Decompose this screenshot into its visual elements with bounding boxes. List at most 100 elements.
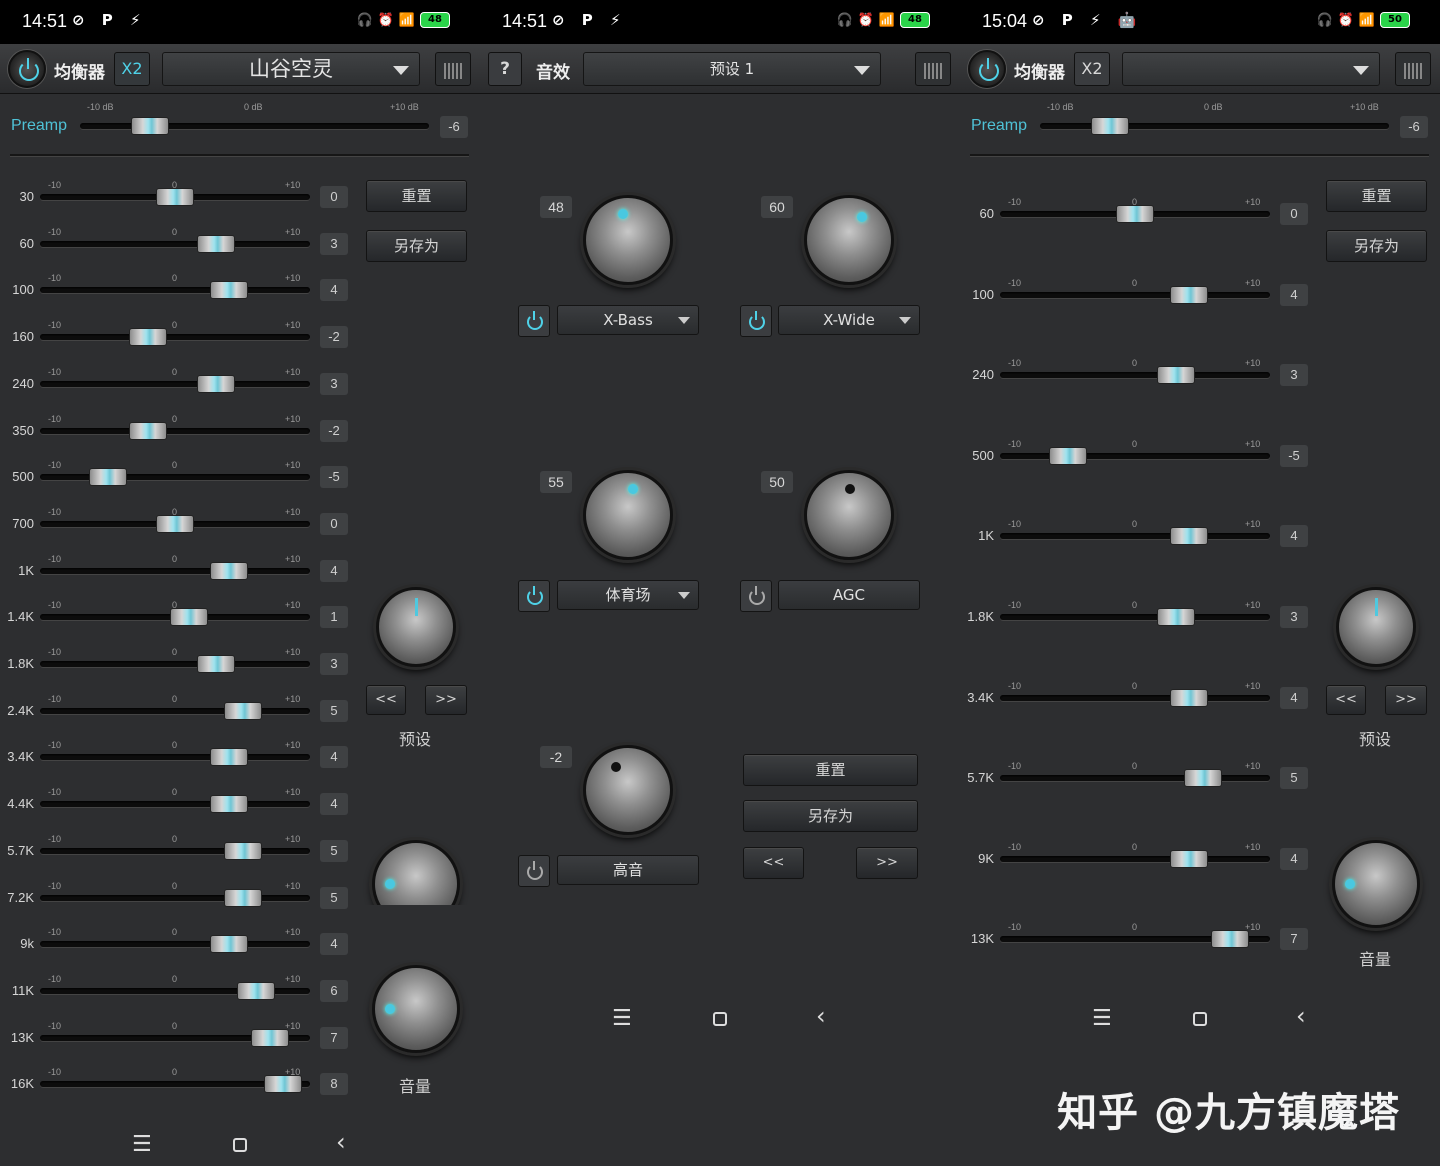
preset-dropdown[interactable]: 山谷空灵 [162,52,420,86]
home-icon[interactable] [1193,1012,1207,1026]
save-as-button[interactable]: 另存为 [743,800,918,832]
band-slider[interactable] [1000,285,1270,304]
preamp-slider-thumb[interactable] [1090,117,1129,135]
band-slider[interactable] [1000,608,1270,626]
volume-knob[interactable] [372,965,460,1053]
preset-dropdown[interactable] [1122,52,1380,86]
band-slider[interactable] [40,748,310,767]
power-icon[interactable] [8,50,46,88]
power-icon[interactable] [968,50,1006,88]
band-slider[interactable] [40,701,310,720]
band-slider-thumb[interactable] [1170,285,1208,304]
band-slider[interactable] [40,841,310,860]
band-slider[interactable] [1000,366,1270,385]
band-slider-thumb[interactable] [223,841,262,860]
band-slider-thumb[interactable] [210,748,248,767]
preamp-slider-thumb[interactable] [130,117,169,135]
band-slider[interactable] [1000,849,1270,868]
save-as-button[interactable]: 另存为 [366,230,467,262]
band-slider-thumb[interactable] [196,655,235,673]
band-slider-thumb[interactable] [223,701,262,720]
next-preset-button[interactable]: >> [1385,685,1427,715]
band-slider-thumb[interactable] [1116,205,1154,223]
preamp-slider[interactable] [80,117,429,135]
treble-knob[interactable] [583,745,673,835]
band-slider-thumb[interactable] [210,935,248,954]
band-slider-thumb[interactable] [196,374,235,393]
band-slider[interactable] [40,374,310,393]
stadium-power-toggle[interactable] [518,580,550,612]
xwide-power-toggle[interactable] [740,305,772,337]
reset-button[interactable]: 重置 [1326,180,1427,212]
stadium-select[interactable]: 体育场 [557,580,699,610]
spectrum-icon[interactable] [915,52,951,86]
prev-preset-button[interactable]: << [743,847,804,879]
bass-knob[interactable] [372,840,460,905]
preset-knob[interactable] [376,587,456,667]
back-icon[interactable]: ‹ [816,1002,826,1030]
band-slider[interactable] [40,795,310,814]
band-slider-thumb[interactable] [264,1075,302,1094]
band-slider[interactable] [40,1075,310,1094]
band-slider[interactable] [40,608,310,627]
band-slider[interactable] [1000,688,1270,707]
band-slider-thumb[interactable] [169,608,208,627]
band-slider[interactable] [40,1028,310,1047]
next-preset-button[interactable]: >> [425,685,467,715]
band-slider-thumb[interactable] [129,421,167,440]
reset-button[interactable]: 重置 [743,754,918,786]
band-slider-thumb[interactable] [156,514,194,533]
next-preset-button[interactable]: >> [856,847,918,879]
band-slider-thumb[interactable] [210,281,248,300]
prev-preset-button[interactable]: << [366,685,406,715]
band-slider[interactable] [40,421,310,440]
band-slider-thumb[interactable] [1210,930,1249,949]
xbass-select[interactable]: X-Bass [557,305,699,335]
x2-button[interactable]: X2 [1074,52,1110,86]
band-slider[interactable] [40,188,310,206]
band-slider[interactable] [1000,205,1270,223]
volume-knob[interactable] [1332,840,1420,928]
xbass-knob[interactable] [583,195,673,285]
back-icon[interactable]: ‹ [1296,1002,1306,1030]
home-icon[interactable] [233,1138,247,1152]
band-slider-thumb[interactable] [1170,849,1208,868]
band-slider-thumb[interactable] [196,234,235,253]
band-slider-thumb[interactable] [1048,446,1087,465]
band-slider[interactable] [40,234,310,253]
save-as-button[interactable]: 另存为 [1326,230,1427,262]
menu-icon[interactable]: ☰ [132,1132,152,1157]
band-slider-thumb[interactable] [237,981,275,1000]
xwide-select[interactable]: X-Wide [778,305,920,335]
band-slider-thumb[interactable] [1170,688,1208,707]
agc-power-toggle[interactable] [740,580,772,612]
help-button[interactable]: ? [488,52,522,86]
band-slider[interactable] [40,888,310,907]
band-slider[interactable] [1000,446,1270,465]
xbass-power-toggle[interactable] [518,305,550,337]
band-slider-thumb[interactable] [223,888,262,907]
x2-button[interactable]: X2 [114,52,150,86]
band-slider-thumb[interactable] [250,1028,289,1047]
band-slider[interactable] [40,561,310,580]
band-slider[interactable] [40,655,310,673]
band-slider[interactable] [40,981,310,1000]
back-icon[interactable]: ‹ [336,1128,346,1156]
band-slider-thumb[interactable] [1183,769,1222,788]
preset-knob[interactable] [1336,587,1416,667]
band-slider[interactable] [40,935,310,954]
band-slider-thumb[interactable] [1156,608,1195,626]
band-slider[interactable] [1000,930,1270,949]
band-slider[interactable] [40,281,310,300]
menu-icon[interactable]: ☰ [612,1006,632,1031]
preamp-slider[interactable] [1040,117,1389,135]
xwide-knob[interactable] [804,195,894,285]
band-slider[interactable] [40,514,310,533]
stadium-knob[interactable] [583,470,673,560]
spectrum-icon[interactable] [1395,52,1431,86]
band-slider-thumb[interactable] [1156,366,1195,385]
band-slider-thumb[interactable] [156,188,194,206]
home-icon[interactable] [713,1012,727,1026]
band-slider[interactable] [40,328,310,347]
reset-button[interactable]: 重置 [366,180,467,212]
